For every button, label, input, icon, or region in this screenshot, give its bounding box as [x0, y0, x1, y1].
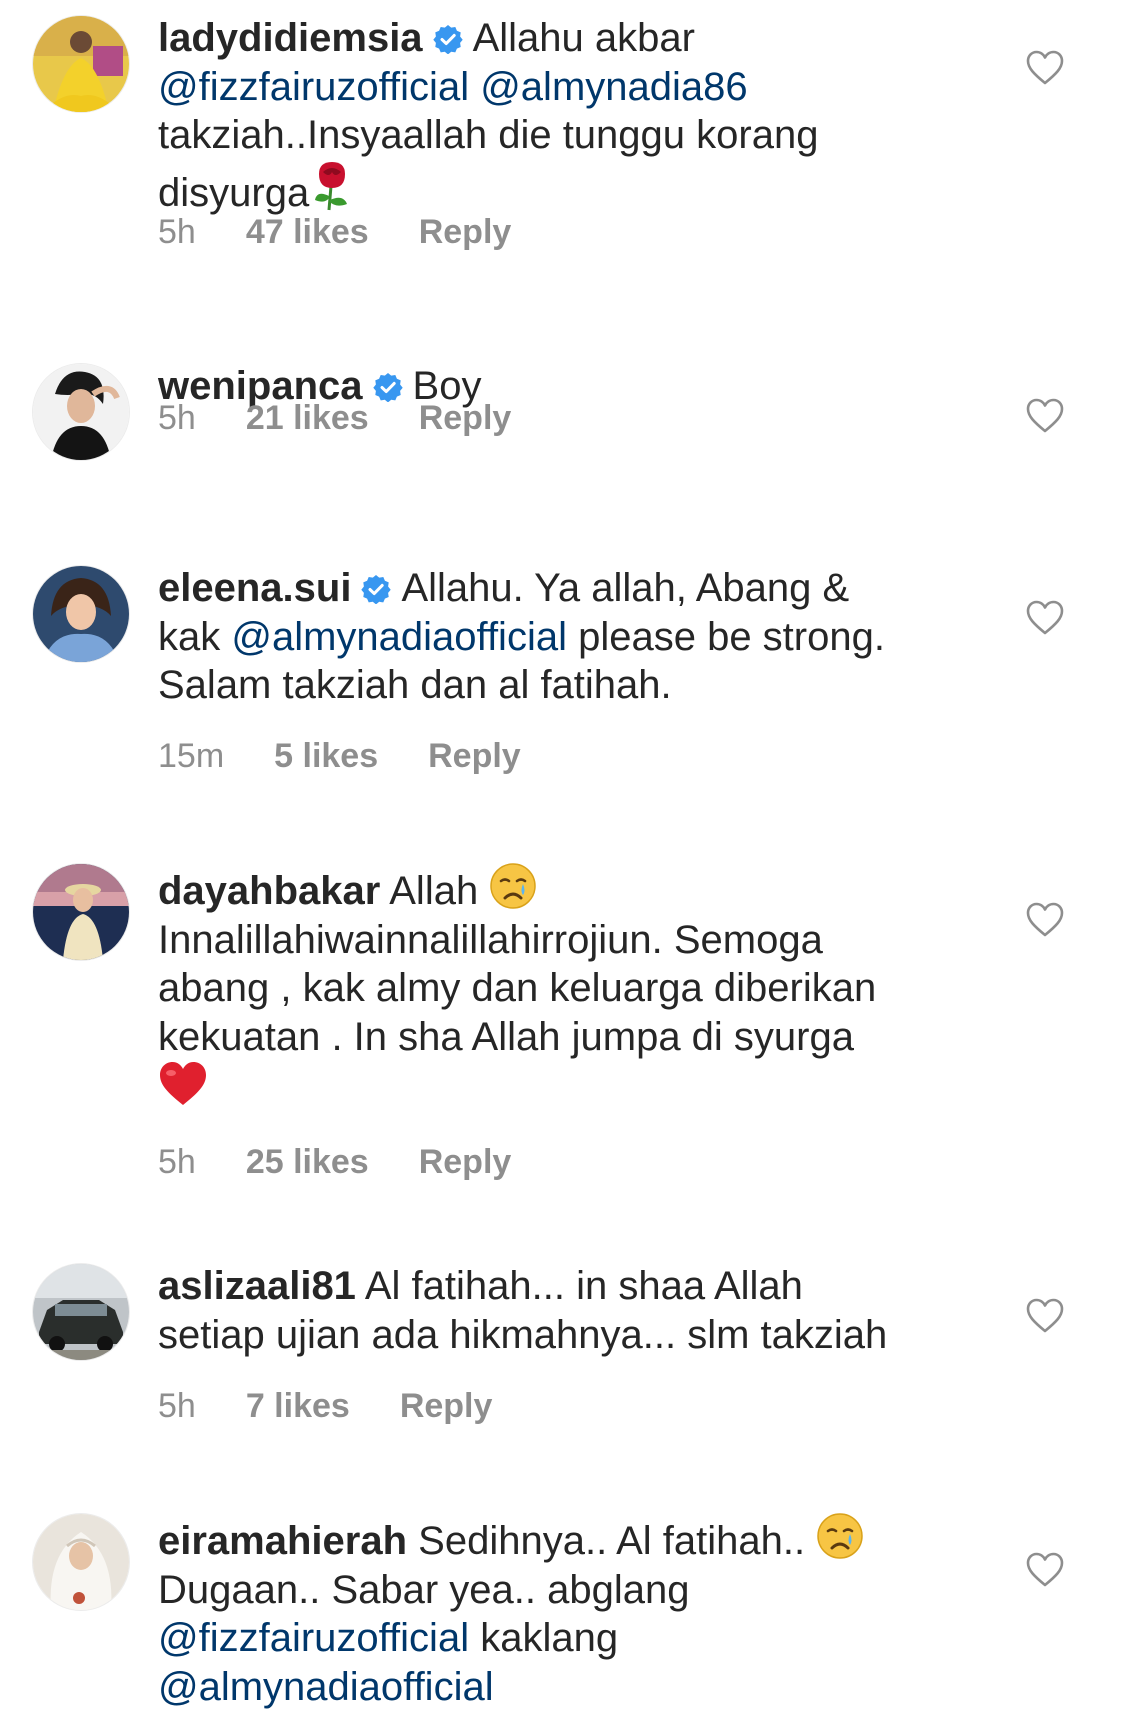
avatar[interactable]: [33, 1264, 129, 1360]
avatar[interactable]: [33, 16, 129, 112]
heart-outline-icon[interactable]: [1026, 398, 1064, 434]
mention-link[interactable]: @almynadiaofficial: [231, 615, 567, 659]
comment-meta: 5h 25 likes Reply: [158, 1142, 511, 1182]
red-heart-emoji: [158, 1061, 208, 1107]
likes-count[interactable]: 7 likes: [246, 1386, 350, 1426]
comment-text-part: takziah..Insyaallah die tunggu korang: [158, 113, 819, 157]
comment-text-part: Allahu. Ya allah, Abang &: [401, 566, 850, 610]
reply-button[interactable]: Reply: [419, 212, 512, 252]
comment-text-part: kak: [158, 614, 221, 659]
comment-text-part: kekuatan . In sha Allah jumpa di syurga: [158, 1014, 854, 1059]
reply-button[interactable]: Reply: [419, 398, 512, 438]
comment-text-part: kaklang: [480, 1616, 619, 1660]
timestamp: 5h: [158, 1143, 196, 1181]
comment-text-part: Dugaan.. Sabar yea.. abglang: [158, 1567, 690, 1612]
heart-outline-icon[interactable]: [1026, 1552, 1064, 1588]
comment-text: eleena.sui Allahu. Ya allah, Abang & kak …: [158, 564, 988, 710]
comment-text: ladydidiemsia Allahu akbar @fizzfairuzoff…: [158, 14, 988, 217]
rose-emoji: [309, 160, 355, 212]
mention-link[interactable]: @fizzfairuzofficial: [158, 1616, 469, 1660]
avatar[interactable]: [33, 566, 129, 662]
avatar[interactable]: [33, 1514, 129, 1610]
crying-face-emoji: [816, 1512, 864, 1560]
crying-face-emoji: [489, 862, 537, 910]
avatar[interactable]: [33, 364, 129, 460]
comment-text-part: setiap ujian ada hikmahnya... slm takzia…: [158, 1312, 888, 1357]
comment-meta: 5h 7 likes Reply: [158, 1386, 492, 1426]
heart-outline-icon[interactable]: [1026, 1298, 1064, 1334]
comment-text: aslizaali81 Al fatihah... in shaa Allah …: [158, 1262, 988, 1359]
timestamp: 5h: [158, 1387, 196, 1425]
timestamp: 5h: [158, 213, 196, 251]
timestamp: 15m: [158, 737, 225, 775]
comment-text-part: abang , kak almy dan keluarga diberikan: [158, 966, 877, 1010]
comment-text-part: Sedihnya.. Al fatihah..: [418, 1519, 806, 1563]
reply-button[interactable]: Reply: [419, 1142, 512, 1182]
comment-text-part: Allah: [389, 869, 479, 913]
comment-text-part: disyurga: [158, 170, 310, 215]
username[interactable]: eiramahierah: [158, 1519, 407, 1563]
comment-meta: 5h 21 likes Reply: [158, 398, 511, 438]
comment-text-part: Al fatihah... in shaa Allah: [364, 1264, 803, 1308]
mention-link[interactable]: @almynadia86: [480, 65, 747, 109]
likes-count[interactable]: 5 likes: [274, 736, 378, 776]
username[interactable]: ladydidiemsia: [158, 16, 423, 60]
timestamp: 5h: [158, 399, 196, 437]
avatar[interactable]: [33, 864, 129, 960]
comment-meta: 5h 47 likes Reply: [158, 212, 511, 252]
likes-count[interactable]: 25 likes: [246, 1142, 369, 1182]
verified-badge-icon: [433, 24, 463, 54]
username[interactable]: eleena.sui: [158, 566, 351, 610]
mention-link[interactable]: @almynadiaofficial: [158, 1665, 494, 1709]
username[interactable]: dayahbakar: [158, 869, 380, 913]
comment-text: eiramahierah Sedihnya.. Al fatihah.. Dug…: [158, 1512, 988, 1711]
comment-text-part: please be strong.: [578, 614, 885, 659]
verified-badge-icon: [361, 574, 391, 604]
likes-count[interactable]: 47 likes: [246, 212, 369, 252]
comment-text: dayahbakar Allah Innalillahiwainnalillah…: [158, 862, 988, 1113]
reply-button[interactable]: Reply: [400, 1386, 493, 1426]
comment-text-part: Innalillahiwainnalillahirrojiun. Semoga: [158, 917, 823, 962]
heart-outline-icon[interactable]: [1026, 600, 1064, 636]
username[interactable]: aslizaali81: [158, 1264, 356, 1308]
heart-outline-icon[interactable]: [1026, 50, 1064, 86]
comment-text-part: Salam takziah dan al fatihah.: [158, 663, 672, 707]
comment-meta: 15m 5 likes Reply: [158, 736, 521, 776]
reply-button[interactable]: Reply: [428, 736, 521, 776]
heart-outline-icon[interactable]: [1026, 902, 1064, 938]
likes-count[interactable]: 21 likes: [246, 398, 369, 438]
mention-link[interactable]: @fizzfairuzofficial: [158, 65, 469, 109]
comment-text-part: Allahu akbar: [472, 16, 695, 60]
